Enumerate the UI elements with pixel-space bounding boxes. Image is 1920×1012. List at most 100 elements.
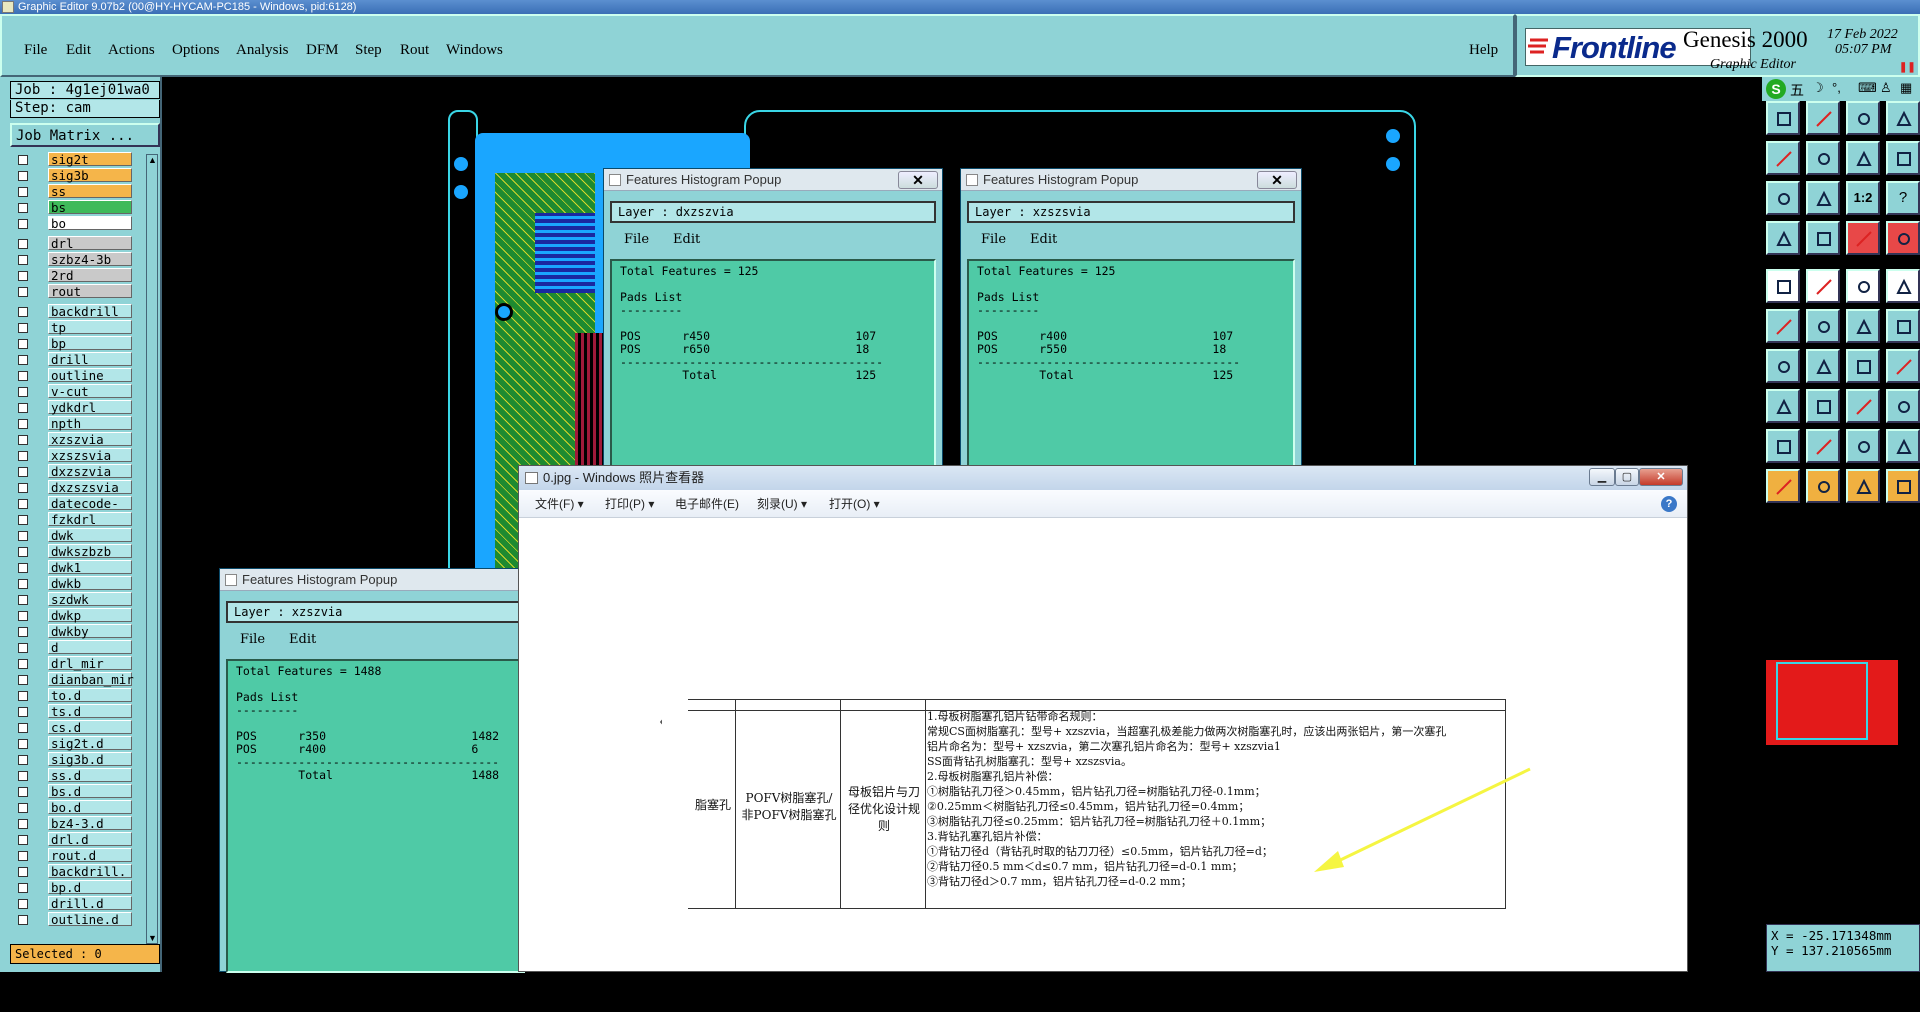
layer-checkbox[interactable] [18,563,28,573]
layer-row-tp[interactable]: tp [14,320,132,335]
layer-name[interactable]: sig2t.d [48,736,132,751]
layer-row-npth[interactable]: npth [14,416,132,431]
layer-row-v-cut[interactable]: v-cut [14,384,132,399]
layer-row-ss[interactable]: ss [14,184,132,199]
toolbar-rotate-tool-icon-6[interactable] [1846,349,1880,383]
toolbar-move-tool-icon-6[interactable] [1806,349,1840,383]
layer-name[interactable]: drl_mir [48,656,132,671]
toolbar-scale-tool-icon-4[interactable] [1886,269,1920,303]
layer-name[interactable]: dwkby [48,624,132,639]
layer-checkbox[interactable] [18,187,28,197]
layer-row-bp[interactable]: bp [14,336,132,351]
menu-analysis[interactable]: Analysis [236,42,289,59]
minimize-button[interactable]: ▁ [1589,468,1615,486]
viewer-menu-file[interactable]: 文件(F) ▾ [535,490,584,518]
layer-row-dwkby[interactable]: dwkby [14,624,132,639]
layer-name[interactable]: backdrill. [48,864,132,879]
layer-name[interactable]: datecode-to [48,496,132,525]
toolbar-move-tool-icon-2[interactable] [1806,181,1840,215]
layer-name[interactable]: sig3b.d [48,752,132,767]
toolbar-scale-tool-icon-1[interactable] [1886,141,1920,175]
layer-row-dwkszbzb[interactable]: dwkszbzb [14,544,132,559]
popup-menu-edit[interactable]: Edit [289,632,316,647]
layer-checkbox[interactable] [18,739,28,749]
layer-name[interactable]: bp [48,336,132,351]
layer-name[interactable]: bo.d [48,800,132,815]
layer-row-outline-d[interactable]: outline.d [14,912,132,927]
toolbar-scale-tool-icon-6[interactable] [1886,349,1920,383]
layer-name[interactable]: szbz4-3b [48,252,132,267]
layer-checkbox[interactable] [18,171,28,181]
layer-name[interactable]: drill.d [48,896,132,911]
layer-name[interactable]: dwkb [48,576,132,591]
toolbar-select-tool-icon-0[interactable] [1766,101,1800,135]
toolbar-select-tool-icon-2[interactable] [1766,181,1800,215]
toolbar-select-tool-icon-3[interactable] [1766,221,1800,255]
layer-name[interactable]: backdrill [48,304,132,319]
layer-name[interactable]: drl.d [48,832,132,847]
layer-list-scrollbar[interactable]: ▲ ▼ [146,154,158,944]
toolbar-rotate-tool-icon-1[interactable] [1846,141,1880,175]
layer-row-drl-d[interactable]: drl.d [14,832,132,847]
layer-row-d[interactable]: d [14,640,132,655]
layer-row-drill-d[interactable]: drill.d [14,896,132,911]
layer-row-cs-d[interactable]: cs.d [14,720,132,735]
toolbar-scale-tool-icon-7[interactable] [1886,389,1920,423]
help-icon[interactable]: ? [1661,496,1677,512]
layer-row-ts-d[interactable]: ts.d [14,704,132,719]
layer-name[interactable]: szdwk [48,592,132,607]
layer-checkbox[interactable] [18,307,28,317]
moon-icon[interactable]: ☽ [1812,80,1824,96]
layer-checkbox[interactable] [18,675,28,685]
layer-row-rout-d[interactable]: rout.d [14,848,132,863]
toolbar-move-tool-icon-4[interactable] [1806,269,1840,303]
toolbar-move-tool-icon-5[interactable] [1806,309,1840,343]
layer-row-bs-d[interactable]: bs.d [14,784,132,799]
toolbar-scale-tool-icon-5[interactable] [1886,309,1920,343]
layer-row-dxzszsvia[interactable]: dxzszsvia [14,480,132,495]
layer-name[interactable]: ts.d [48,704,132,719]
layer-checkbox[interactable] [18,531,28,541]
layer-row-datecode-to[interactable]: datecode-to [14,496,132,525]
layer-checkbox[interactable] [18,851,28,861]
layer-name[interactable]: bs.d [48,784,132,799]
layer-row-szdwk[interactable]: szdwk [14,592,132,607]
layer-row-xzszsvia[interactable]: xzszsvia [14,448,132,463]
layer-name[interactable]: sig3b [48,168,132,183]
menu-help[interactable]: Help [1469,42,1498,59]
layer-checkbox[interactable] [18,515,28,525]
layer-row-bz4-3-d[interactable]: bz4-3.d [14,816,132,831]
layer-name[interactable]: ss [48,184,132,199]
layer-checkbox[interactable] [18,387,28,397]
layer-name[interactable]: d [48,640,132,655]
layer-checkbox[interactable] [18,723,28,733]
toolbar-move-tool-icon-3[interactable] [1806,221,1840,255]
scroll-down-icon[interactable]: ▼ [148,933,157,943]
layer-name[interactable]: bo [48,216,132,231]
toolbar-scale-tool-icon-8[interactable] [1886,429,1920,463]
layer-row-ss-d[interactable]: ss.d [14,768,132,783]
layer-checkbox[interactable] [18,419,28,429]
layer-name[interactable]: ydkdrl [48,400,132,415]
layer-checkbox[interactable] [18,707,28,717]
toolbar-move-tool-icon-1[interactable] [1806,141,1840,175]
popup-title-bar[interactable]: Features Histogram Popup [961,169,1301,191]
layer-name[interactable]: cs.d [48,720,132,735]
layer-name[interactable]: dwkp [48,608,132,623]
viewer-title-bar[interactable]: 0.jpg - Windows 照片查看器 ▁ ▢ ✕ [519,466,1687,490]
viewer-menu-open[interactable]: 打开(O) ▾ [829,490,880,518]
ime-s-icon[interactable]: S [1766,79,1786,99]
toolbar-scale-tool-icon-0[interactable] [1886,101,1920,135]
popup-title-bar[interactable]: Features Histogram Popup [220,569,523,591]
layer-name[interactable]: dwk [48,528,132,543]
layer-checkbox[interactable] [18,483,28,493]
menu-step[interactable]: Step [355,42,382,59]
close-icon[interactable]: ✕ [898,171,938,189]
layer-checkbox[interactable] [18,371,28,381]
toolbar-select-tool-icon-5[interactable] [1766,309,1800,343]
layer-checkbox[interactable] [18,579,28,589]
layer-row-rout[interactable]: rout [14,284,132,299]
toolbar-scale-tool-icon-2[interactable]: ? [1886,181,1920,215]
toolbar-select-tool-icon-9[interactable] [1766,469,1800,503]
minimap[interactable] [1766,660,1898,745]
